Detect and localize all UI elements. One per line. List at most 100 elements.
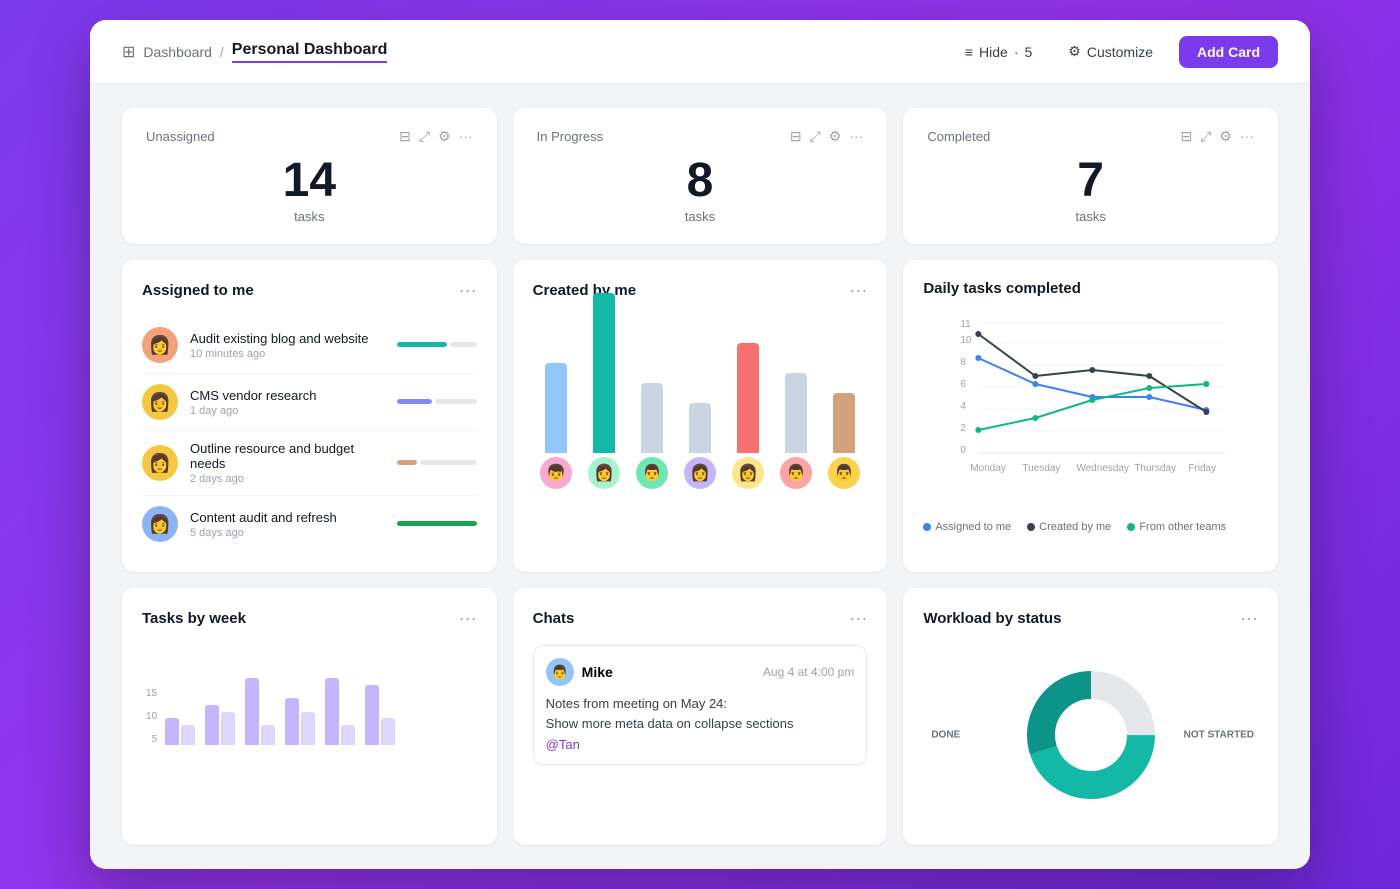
list-item[interactable]: 👩 Outline resource and budget needs 2 da… xyxy=(142,431,477,496)
week-bar xyxy=(365,685,379,745)
dashboard-icon: ⊞ xyxy=(122,42,135,62)
y-label: 10 xyxy=(146,711,157,722)
progress-svg xyxy=(397,457,477,467)
bar-avatar: 👨 xyxy=(636,457,668,489)
chat-time: Aug 4 at 4:00 pm xyxy=(763,665,854,679)
header: ⊞ Dashboard / Personal Dashboard ≡ Hide … xyxy=(90,20,1310,84)
settings-icon-2[interactable]: ⚙ xyxy=(829,128,842,145)
legend-dot-created xyxy=(1027,523,1035,531)
stat-card-unassigned: Unassigned ⊟ ⤢ ⚙ ··· 14 tasks xyxy=(122,108,497,244)
completed-count: 7 xyxy=(927,157,1254,205)
settings-icon-3[interactable]: ⚙ xyxy=(1219,128,1232,145)
task-time: 10 minutes ago xyxy=(190,348,385,360)
week-bar xyxy=(181,725,195,745)
breadcrumb-current: Personal Dashboard xyxy=(232,41,388,63)
task-info: CMS vendor research 1 day ago xyxy=(190,388,385,417)
breadcrumb-parent[interactable]: Dashboard xyxy=(143,44,212,60)
workload-menu-icon[interactable]: ··· xyxy=(1240,608,1258,629)
hide-icon: ≡ xyxy=(965,44,973,60)
daily-tasks-card: Daily tasks completed 11 10 8 6 4 2 0 xyxy=(903,260,1278,572)
svg-text:Tuesday: Tuesday xyxy=(1023,463,1061,474)
svg-text:0: 0 xyxy=(961,445,967,456)
bar-avatar: 👨 xyxy=(780,457,812,489)
svg-text:Thursday: Thursday xyxy=(1135,463,1177,474)
chat-mention[interactable]: @Tan xyxy=(546,737,855,752)
week-menu-icon[interactable]: ··· xyxy=(459,608,477,629)
hide-button[interactable]: ≡ Hide · 5 xyxy=(955,38,1042,66)
chat-message[interactable]: 👨 Mike Aug 4 at 4:00 pm Notes from meeti… xyxy=(533,645,868,765)
avatar: 👩 xyxy=(142,445,178,481)
week-bar xyxy=(341,725,355,745)
created-title: Created by me xyxy=(533,282,636,299)
task-progress xyxy=(397,454,477,472)
bar xyxy=(785,373,807,453)
more-icon[interactable]: ··· xyxy=(459,128,473,145)
completed-title: Completed xyxy=(927,129,990,144)
more-icon-2[interactable]: ··· xyxy=(849,128,863,145)
bar xyxy=(545,363,567,453)
more-icon-3[interactable]: ··· xyxy=(1240,128,1254,145)
assigned-title: Assigned to me xyxy=(142,282,254,299)
pie-container: DONE NOT STARTED xyxy=(923,645,1258,825)
chats-title: Chats xyxy=(533,610,575,627)
assigned-card-header: Assigned to me ··· xyxy=(142,280,477,301)
task-time: 5 days ago xyxy=(190,527,385,539)
filter-icon[interactable]: ⊟ xyxy=(399,128,411,145)
assigned-menu-icon[interactable]: ··· xyxy=(459,280,477,301)
svg-text:4: 4 xyxy=(961,401,967,412)
bar-group: 👨 xyxy=(780,373,812,489)
list-item[interactable]: 👩 Content audit and refresh 5 days ago xyxy=(142,496,477,552)
filter-icon-3[interactable]: ⊟ xyxy=(1180,128,1192,145)
legend-dot-assigned xyxy=(923,523,931,531)
bar-avatar: 👩 xyxy=(684,457,716,489)
progress-svg xyxy=(397,396,477,406)
hide-count-value: 5 xyxy=(1025,44,1033,60)
svg-text:8: 8 xyxy=(961,357,967,368)
created-card-header: Created by me ··· xyxy=(533,280,868,301)
avatar: 👩 xyxy=(142,506,178,542)
daily-card-header: Daily tasks completed xyxy=(923,280,1258,297)
expand-icon-3[interactable]: ⤢ xyxy=(1200,128,1211,145)
expand-icon[interactable]: ⤢ xyxy=(419,128,430,145)
daily-title: Daily tasks completed xyxy=(923,280,1081,297)
settings-icon[interactable]: ⚙ xyxy=(438,128,451,145)
y-label: 5 xyxy=(146,734,157,745)
week-bar xyxy=(205,705,219,745)
chat-user: 👨 Mike xyxy=(546,658,613,686)
svg-text:2: 2 xyxy=(961,423,967,434)
created-menu-icon[interactable]: ··· xyxy=(849,280,867,301)
chats-menu-icon[interactable]: ··· xyxy=(849,608,867,629)
bar-avatar: 👨 xyxy=(828,457,860,489)
week-bar xyxy=(285,698,299,745)
stat-card-icons: ⊟ ⤢ ⚙ ··· xyxy=(399,128,473,145)
chats-card-header: Chats ··· xyxy=(533,608,868,629)
svg-text:Wednesday: Wednesday xyxy=(1077,463,1130,474)
workload-card: Workload by status ··· xyxy=(903,588,1278,845)
expand-icon-2[interactable]: ⤢ xyxy=(810,128,821,145)
bar-group-week xyxy=(205,705,235,745)
stat-card-icons-3: ⊟ ⤢ ⚙ ··· xyxy=(1180,128,1254,145)
stat-card-header-2: In Progress ⊟ ⤢ ⚙ ··· xyxy=(537,128,864,145)
svg-text:6: 6 xyxy=(961,379,967,390)
inprogress-label: tasks xyxy=(537,209,864,224)
list-item[interactable]: 👩 Audit existing blog and website 10 min… xyxy=(142,317,477,374)
bar-group: 👩 xyxy=(588,293,620,489)
bar-avatar: 👩 xyxy=(732,457,764,489)
bar-group-week xyxy=(325,678,355,745)
week-bar xyxy=(245,678,259,745)
bar-group: 👨 xyxy=(636,383,668,489)
add-card-button[interactable]: Add Card xyxy=(1179,36,1278,68)
bar xyxy=(593,293,615,453)
breadcrumb-sep: / xyxy=(220,44,224,60)
completed-label: tasks xyxy=(927,209,1254,224)
bar-group-week xyxy=(365,685,395,745)
main-content: Unassigned ⊟ ⤢ ⚙ ··· 14 tasks In Progres… xyxy=(90,84,1310,869)
task-info: Outline resource and budget needs 2 days… xyxy=(190,441,385,485)
chart-legend: Assigned to me Created by me From other … xyxy=(923,521,1258,533)
filter-icon-2[interactable]: ⊟ xyxy=(790,128,802,145)
list-item[interactable]: 👩 CMS vendor research 1 day ago xyxy=(142,374,477,431)
stat-card-header: Unassigned ⊟ ⤢ ⚙ ··· xyxy=(146,128,473,145)
customize-button[interactable]: ⚙ Customize xyxy=(1058,37,1163,66)
task-name: Outline resource and budget needs xyxy=(190,441,385,471)
unassigned-label: tasks xyxy=(146,209,473,224)
